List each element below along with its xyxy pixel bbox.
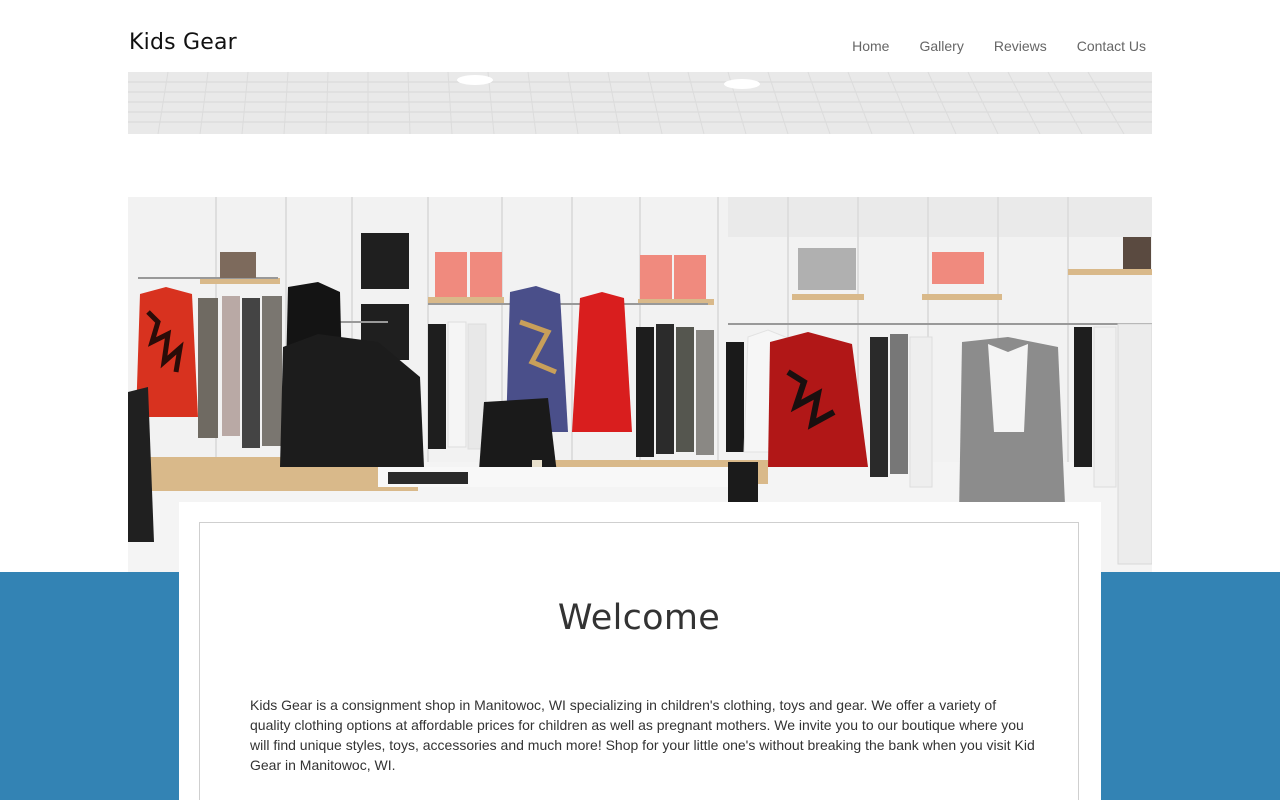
site-title[interactable]: Kids Gear — [129, 30, 237, 55]
nav-home[interactable]: Home — [852, 38, 889, 54]
nav-contact-us[interactable]: Contact Us — [1077, 38, 1146, 54]
nav-gallery[interactable]: Gallery — [919, 38, 963, 54]
content-card: Welcome Kids Gear is a consignment shop … — [179, 502, 1101, 800]
content-card-frame: Welcome Kids Gear is a consignment shop … — [199, 522, 1079, 800]
boutique-interior-photo — [128, 72, 1152, 572]
hero-image — [128, 72, 1152, 572]
main-nav: Home Gallery Reviews Contact Us — [852, 38, 1146, 54]
page: Kids Gear Home Gallery Reviews Contact U… — [0, 0, 1280, 800]
intro-paragraph: Kids Gear is a consignment shop in Manit… — [250, 697, 1035, 773]
welcome-heading: Welcome — [557, 598, 721, 638]
nav-reviews[interactable]: Reviews — [994, 38, 1047, 54]
